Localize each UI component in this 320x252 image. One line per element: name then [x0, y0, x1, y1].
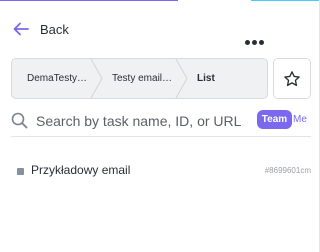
breadcrumb-item-workspace[interactable]: DemaTesty… [27, 59, 87, 98]
more-horizontal-icon-dot [258, 39, 264, 45]
more-horizontal-icon [244, 39, 250, 45]
me-filter-button[interactable]: Me [293, 110, 307, 129]
top-accent-strip [0, 0, 319, 4]
top-strip-blue [251, 0, 319, 1]
list-item[interactable]: Przykładowy email #8699601cm [11, 160, 311, 184]
task-status-icon [17, 168, 24, 175]
task-id: #8699601cm [264, 166, 311, 175]
top-strip-purple [0, 0, 178, 1]
breadcrumb: DemaTesty… Testy email… List [11, 58, 268, 99]
search-icon [11, 112, 28, 129]
back-label: Back [40, 21, 69, 37]
star-icon [284, 70, 300, 86]
search-input[interactable] [36, 110, 241, 132]
search-divider [11, 136, 311, 137]
arrow-left-icon [13, 22, 29, 36]
team-filter-button[interactable]: Team [257, 110, 292, 129]
more-options-button[interactable] [240, 33, 268, 51]
breadcrumb-item-list[interactable]: List [197, 59, 215, 98]
breadcrumb-chevron-icon [175, 59, 188, 98]
favorite-button[interactable] [273, 58, 311, 99]
task-name: Przykładowy email [31, 163, 131, 177]
breadcrumb-item-folder[interactable]: Testy email… [112, 59, 172, 98]
task-search: Team Me [11, 108, 311, 136]
more-horizontal-icon-dot [251, 39, 257, 45]
breadcrumb-chevron-icon [90, 59, 103, 98]
back-button[interactable]: Back [13, 19, 69, 39]
